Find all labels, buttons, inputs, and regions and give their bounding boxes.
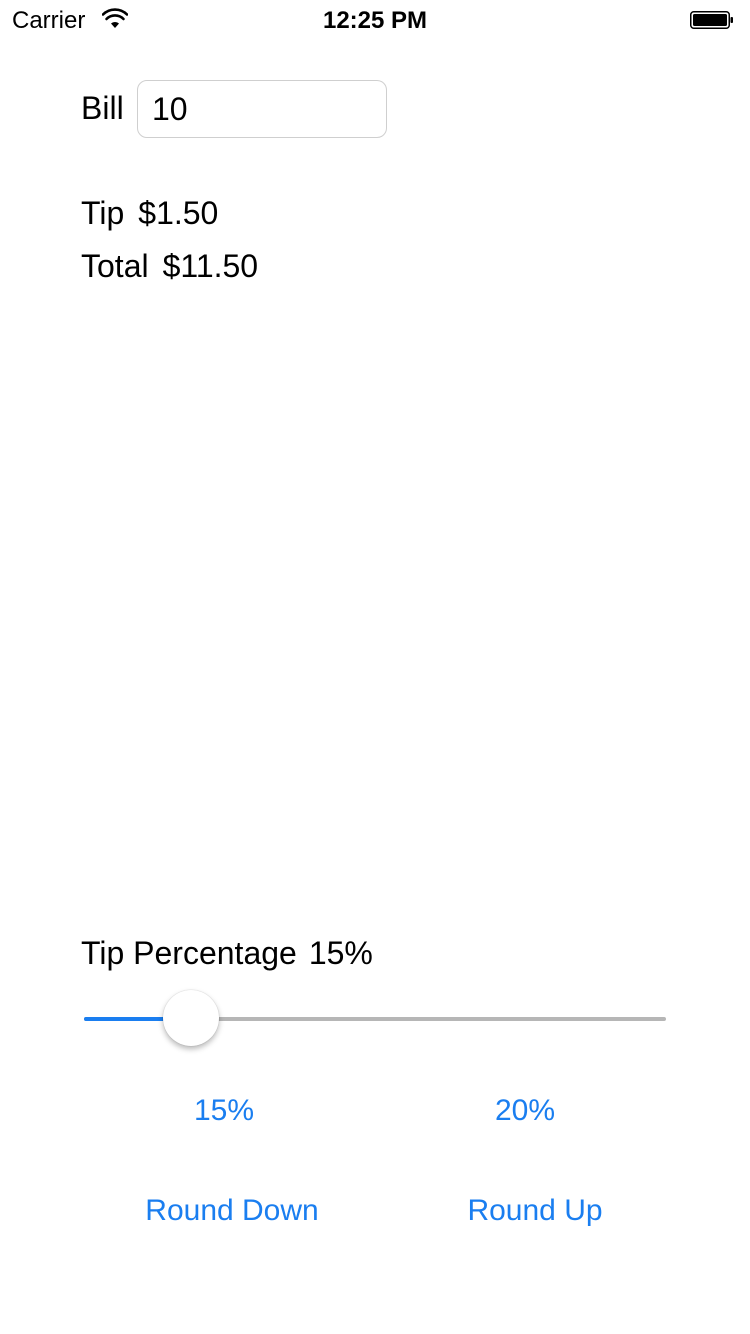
total-row: Total $11.50: [81, 246, 258, 286]
battery-icon: [690, 11, 733, 29]
tip-percentage-row: Tip Percentage 15%: [81, 933, 373, 973]
round-down-button[interactable]: Round Down: [132, 1192, 332, 1230]
total-label: Total: [81, 248, 149, 284]
round-up-button[interactable]: Round Up: [445, 1192, 625, 1230]
slider-thumb[interactable]: [162, 990, 219, 1046]
bill-label: Bill: [81, 90, 124, 126]
bill-input[interactable]: [137, 80, 387, 138]
tip-percentage-slider[interactable]: [84, 990, 666, 1048]
status-time: 12:25 PM: [322, 7, 428, 34]
tip-row: Tip $1.50: [81, 193, 218, 233]
tip-amount: $1.50: [138, 195, 219, 231]
total-amount: $11.50: [162, 248, 259, 284]
tip-percentage-label: Tip Percentage: [81, 935, 297, 971]
tip-percentage-value: 15%: [308, 935, 373, 971]
tip-label: Tip: [81, 195, 125, 231]
preset-20-button[interactable]: 20%: [475, 1092, 575, 1130]
preset-15-button[interactable]: 15%: [174, 1092, 274, 1130]
